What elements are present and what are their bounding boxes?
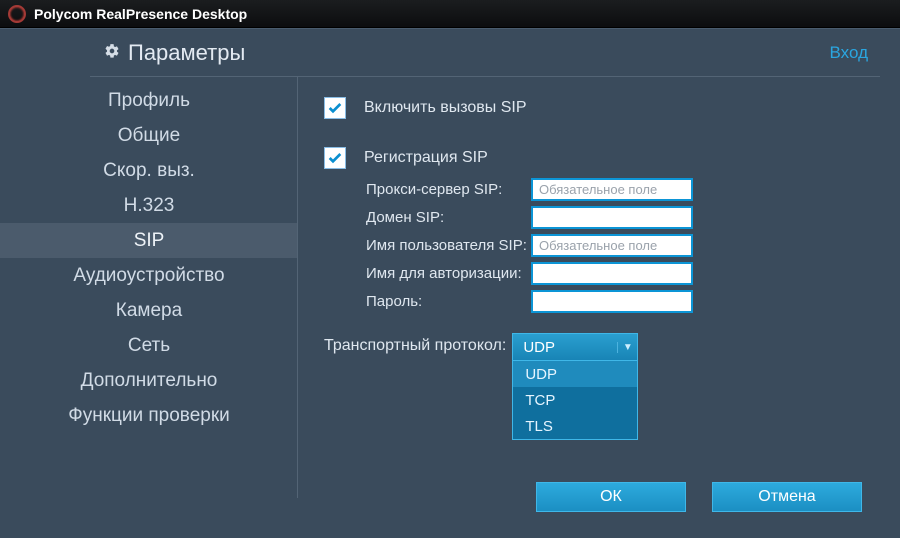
transport-label: Транспортный протокол:	[324, 333, 506, 355]
sidebar-item-label: Аудиоустройство	[73, 265, 224, 287]
transport-row: Транспортный протокол: UDP ▼ UDP TCP TLS	[324, 333, 874, 440]
ok-button[interactable]: ОК	[536, 482, 686, 512]
sidebar-item-camera[interactable]: Камера	[0, 293, 298, 328]
transport-select[interactable]: UDP ▼	[512, 333, 638, 361]
page-title: Параметры	[128, 40, 245, 66]
enable-sip-label: Включить вызовы SIP	[364, 99, 527, 117]
domain-row: Домен SIP:	[366, 203, 874, 231]
app-title: Polycom RealPresence Desktop	[34, 6, 247, 22]
proxy-label: Прокси-сервер SIP:	[366, 181, 531, 198]
transport-selected: UDP	[513, 339, 617, 356]
titlebar: Polycom RealPresence Desktop	[0, 0, 900, 28]
sidebar-item-advanced[interactable]: Дополнительно	[0, 363, 298, 398]
dialog-buttons: ОК Отмена	[536, 482, 862, 512]
user-row: Имя пользователя SIP:	[366, 231, 874, 259]
sidebar-item-profile[interactable]: Профиль	[0, 83, 298, 118]
sidebar: Профиль Общие Скор. выз. H.323 SIP Аудио…	[0, 77, 298, 538]
user-input[interactable]	[531, 234, 693, 257]
sidebar-item-general[interactable]: Общие	[0, 118, 298, 153]
option-label: TLS	[525, 418, 553, 435]
button-label: Отмена	[758, 488, 815, 506]
button-label: ОК	[600, 488, 622, 506]
settings-window: Параметры Вход Профиль Общие Скор. выз. …	[0, 28, 900, 538]
authname-label: Имя для авторизации:	[366, 265, 531, 282]
enable-sip-row: Включить вызовы SIP	[324, 97, 874, 119]
proxy-row: Прокси-сервер SIP:	[366, 175, 874, 203]
sidebar-item-label: H.323	[124, 195, 175, 217]
password-label: Пароль:	[366, 293, 531, 310]
transport-dropdown: UDP TCP TLS	[512, 361, 638, 440]
sidebar-item-label: SIP	[134, 230, 165, 252]
content: Профиль Общие Скор. выз. H.323 SIP Аудио…	[0, 77, 900, 538]
sidebar-item-label: Общие	[118, 125, 180, 147]
sidebar-item-h323[interactable]: H.323	[0, 188, 298, 223]
domain-input[interactable]	[531, 206, 693, 229]
option-label: UDP	[525, 366, 557, 383]
gear-icon	[104, 43, 120, 63]
authname-input[interactable]	[531, 262, 693, 285]
sidebar-item-label: Камера	[116, 300, 182, 322]
sidebar-item-speeddial[interactable]: Скор. выз.	[0, 153, 298, 188]
cancel-button[interactable]: Отмена	[712, 482, 862, 512]
option-label: TCP	[525, 392, 555, 409]
check-icon	[327, 100, 343, 116]
password-row: Пароль:	[366, 287, 874, 315]
sidebar-item-network[interactable]: Сеть	[0, 328, 298, 363]
register-sip-label: Регистрация SIP	[364, 149, 488, 167]
transport-option-udp[interactable]: UDP	[513, 361, 637, 387]
user-label: Имя пользователя SIP:	[366, 237, 531, 254]
sidebar-item-label: Функции проверки	[68, 405, 230, 427]
sidebar-item-label: Скор. выз.	[103, 160, 195, 182]
password-input[interactable]	[531, 290, 693, 313]
register-sip-checkbox[interactable]	[324, 147, 346, 169]
main-panel: Включить вызовы SIP Регистрация SIP Прок…	[298, 77, 900, 538]
login-link[interactable]: Вход	[830, 43, 868, 63]
proxy-input[interactable]	[531, 178, 693, 201]
check-icon	[327, 150, 343, 166]
transport-select-wrap: UDP ▼ UDP TCP TLS	[512, 333, 638, 440]
sidebar-item-label: Дополнительно	[81, 370, 218, 392]
transport-option-tcp[interactable]: TCP	[513, 387, 637, 413]
sip-form: Прокси-сервер SIP: Домен SIP: Имя пользо…	[366, 175, 874, 315]
chevron-down-icon: ▼	[617, 342, 637, 353]
sidebar-item-sip[interactable]: SIP	[0, 223, 298, 258]
enable-sip-checkbox[interactable]	[324, 97, 346, 119]
header: Параметры Вход	[0, 29, 900, 77]
transport-option-tls[interactable]: TLS	[513, 413, 637, 439]
authname-row: Имя для авторизации:	[366, 259, 874, 287]
domain-label: Домен SIP:	[366, 209, 531, 226]
app-icon	[8, 5, 26, 23]
sidebar-item-label: Профиль	[108, 90, 190, 112]
sidebar-item-audio[interactable]: Аудиоустройство	[0, 258, 298, 293]
sidebar-item-diagnostics[interactable]: Функции проверки	[0, 398, 298, 433]
register-sip-row: Регистрация SIP	[324, 147, 874, 169]
sidebar-item-label: Сеть	[128, 335, 170, 357]
